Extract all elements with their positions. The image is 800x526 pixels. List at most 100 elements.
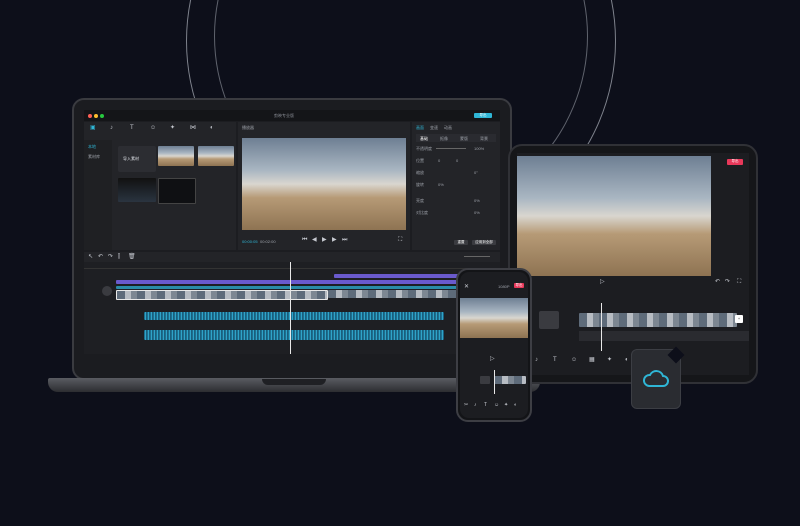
phone-cover-button[interactable] (480, 376, 490, 384)
select-tool-icon[interactable]: ↖ (88, 254, 93, 260)
inspector-tab-animation[interactable]: 动画 (444, 125, 452, 131)
opacity-value[interactable]: 100% (474, 146, 484, 151)
total-time: 00:02:00 (260, 239, 276, 244)
subtab-cutout[interactable]: 抠像 (440, 136, 448, 142)
phone-effect-icon[interactable]: ✦ (504, 402, 508, 408)
zoom-slider[interactable] (464, 256, 490, 257)
window-title: 剪映专业版 (274, 113, 294, 118)
tablet-canvas-icon[interactable]: ▦ (589, 357, 595, 363)
delete-icon[interactable]: 🗑 (128, 254, 136, 260)
audio-tab-icon[interactable]: ♪ (110, 125, 113, 131)
media-thumbnail[interactable] (158, 178, 196, 204)
media-thumbnail[interactable] (198, 146, 234, 166)
effect-tab-icon[interactable]: ✦ (170, 125, 175, 131)
reset-button[interactable]: 重置 (454, 240, 468, 245)
tablet-undo-icon[interactable]: ↶ (715, 279, 720, 285)
tablet-video-preview[interactable] (517, 156, 711, 276)
position-x-value[interactable]: 0 (438, 158, 440, 163)
phone-close-icon[interactable]: ✕ (464, 284, 469, 290)
inspector-tab-picture[interactable]: 画面 (416, 125, 424, 131)
rotation-value[interactable]: 0% (438, 182, 444, 187)
split-icon[interactable]: ⫿ (118, 254, 120, 260)
sticker-tab-icon[interactable]: ☺ (150, 125, 156, 131)
redo-icon[interactable]: ↷ (108, 254, 113, 260)
phone-video-preview[interactable] (460, 298, 528, 338)
contrast-value[interactable]: 0% (474, 210, 480, 215)
tablet-redo-icon[interactable]: ↷ (725, 279, 730, 285)
media-tab-icon[interactable]: ▣ (90, 125, 96, 131)
row-label-rotation: 旋转 (416, 182, 424, 187)
scale-value[interactable]: 0° (474, 170, 478, 175)
position-y-value[interactable]: 0 (456, 158, 458, 163)
tablet-fullscreen-icon[interactable]: ⛶ (737, 279, 741, 285)
phone-export-button[interactable]: 导出 (514, 283, 524, 288)
phone-playhead[interactable] (494, 370, 495, 394)
brightness-value[interactable]: 0% (474, 198, 480, 203)
close-window-button[interactable] (88, 113, 92, 118)
tablet-effect-icon[interactable]: ✦ (607, 357, 612, 363)
text-tab-icon[interactable]: T (130, 125, 134, 131)
frame-back-icon[interactable]: ◀ (312, 237, 317, 243)
frame-forward-icon[interactable]: ▶ (332, 237, 337, 243)
phone-play-icon[interactable]: ▷ (490, 356, 495, 362)
laptop-screen: 剪映专业版 导出 ▣ ♪ T ☺ ✦ ⋈ ◐ 本地 素材库 导入素材 播放器 0… (84, 110, 500, 354)
phone-cut-icon[interactable]: ✂ (464, 402, 468, 408)
phone-audio-icon[interactable]: ♪ (474, 402, 477, 408)
subtab-background[interactable]: 背景 (480, 136, 488, 142)
row-label-brightness: 亮度 (416, 198, 424, 203)
window-titlebar: 剪映专业版 导出 (84, 110, 500, 121)
tablet-audio-track[interactable] (579, 331, 749, 341)
clip-header[interactable] (116, 286, 500, 289)
tablet-sticker-icon[interactable]: ☺ (571, 357, 577, 363)
media-thumbnail[interactable] (158, 146, 194, 166)
tablet-cover-button[interactable] (539, 311, 559, 329)
export-button[interactable]: 导出 (474, 113, 492, 118)
row-label-scale: 缩放 (416, 170, 424, 175)
phone-video-clip[interactable] (494, 376, 526, 384)
fullscreen-icon[interactable]: ⛶ (398, 237, 402, 243)
transition-tab-icon[interactable]: ⋈ (190, 125, 196, 131)
phone-text-icon[interactable]: T (484, 402, 487, 408)
laptop-notch (262, 379, 326, 385)
cloud-icon (643, 370, 669, 387)
tablet-video-clip[interactable] (579, 313, 737, 327)
tablet-audio-icon[interactable]: ♪ (535, 357, 538, 363)
filter-tab-icon[interactable]: ◐ (210, 125, 214, 131)
tablet-export-button[interactable]: 导出 (727, 159, 743, 165)
minimize-window-button[interactable] (94, 113, 98, 118)
phone-toolbar: ✂ ♪ T ☺ ✦ ◐ (460, 400, 528, 412)
tablet-add-clip-button[interactable]: + (735, 315, 743, 323)
audio-clip-music[interactable] (144, 330, 444, 340)
skip-back-icon[interactable]: ⏮ (302, 237, 307, 243)
maximize-window-button[interactable] (100, 113, 104, 118)
track-cover-button[interactable] (102, 286, 112, 296)
player-label: 播放器 (242, 125, 254, 130)
timeline-toolbar: ↖ ↶ ↷ ⫿ 🗑 (84, 252, 500, 262)
opacity-slider[interactable] (436, 148, 466, 149)
inspector-tab-speed[interactable]: 变速 (430, 125, 438, 131)
timeline-ruler[interactable] (84, 262, 500, 269)
tablet-play-icon[interactable]: ▷ (600, 279, 605, 285)
undo-icon[interactable]: ↶ (98, 254, 103, 260)
video-preview[interactable] (242, 138, 406, 230)
phone-filter-icon[interactable]: ◐ (514, 402, 517, 408)
tablet-filter-icon[interactable]: ◐ (625, 357, 629, 363)
audio-clip[interactable] (144, 312, 444, 320)
player-panel: 播放器 00:00:05 00:02:00 ⏮ ◀ ▶ ▶ ⏭ ⛶ (238, 122, 410, 250)
effect-clip[interactable] (116, 280, 500, 284)
sidebar-item-local[interactable]: 本地 (88, 144, 96, 150)
subtab-mask[interactable]: 蒙版 (460, 136, 468, 142)
phone-sticker-icon[interactable]: ☺ (494, 402, 499, 408)
phone-screen: ✕ 1080P 导出 ▷ ✂ ♪ T ☺ ✦ ◐ (460, 272, 528, 418)
timeline-playhead[interactable] (290, 262, 291, 354)
tablet-playhead[interactable] (601, 303, 602, 351)
import-button[interactable]: 导入素材 (118, 146, 156, 172)
tablet-text-icon[interactable]: T (553, 357, 557, 363)
subtab-basic[interactable]: 基础 (420, 136, 428, 142)
video-clip-main[interactable] (116, 290, 328, 300)
media-thumbnail[interactable] (118, 178, 156, 202)
play-icon[interactable]: ▶ (322, 237, 327, 243)
sidebar-item-library[interactable]: 素材库 (88, 154, 100, 160)
apply-all-button[interactable]: 应用到全部 (472, 240, 496, 245)
skip-forward-icon[interactable]: ⏭ (342, 237, 347, 243)
